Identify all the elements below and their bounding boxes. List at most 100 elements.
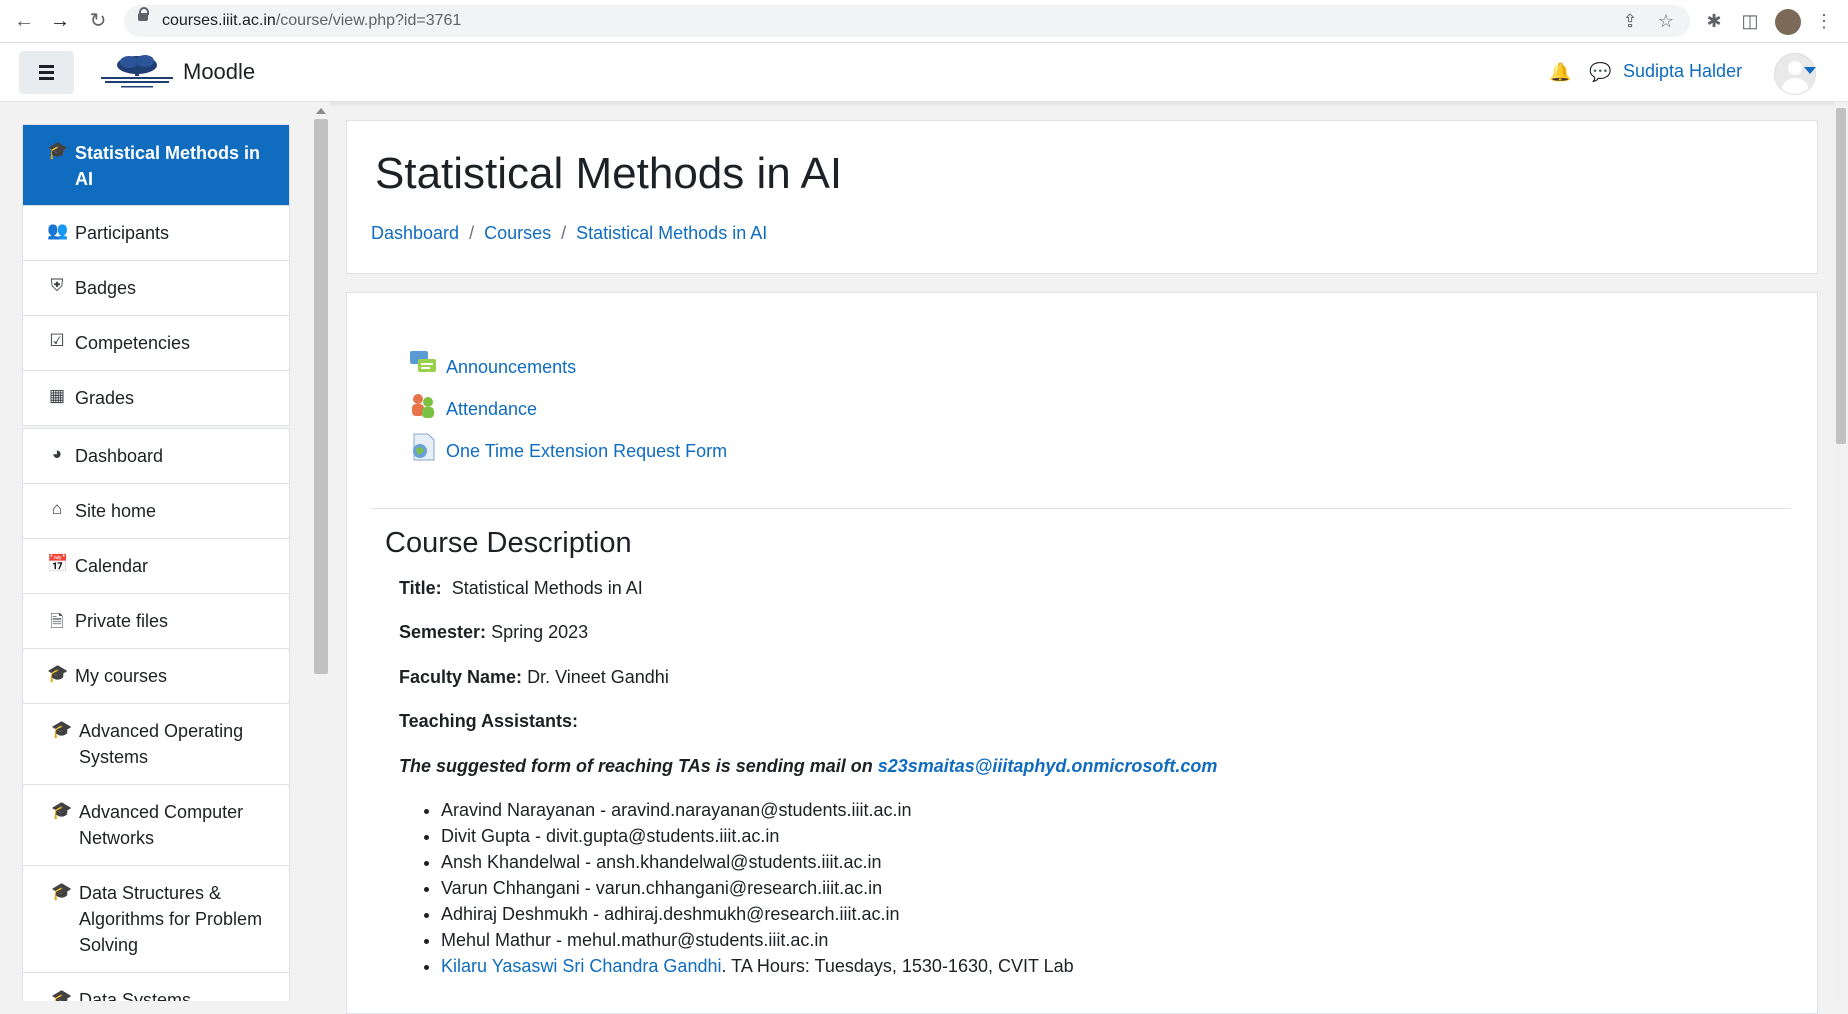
- shield-icon: ⛨: [50, 276, 64, 295]
- sidebar-item-label: My courses: [75, 666, 168, 686]
- ta-heading: Teaching Assistants:: [399, 711, 579, 731]
- activity-link[interactable]: Attendance: [446, 399, 537, 420]
- sidebar-item-label: Participants: [75, 223, 170, 243]
- sidebar-item-course[interactable]: 🎓 Data Structures & Algorithms for Probl…: [23, 866, 289, 973]
- faculty-label: Faculty Name:: [399, 667, 523, 687]
- user-name[interactable]: Sudipta Halder: [1623, 61, 1742, 82]
- breadcrumb-dashboard[interactable]: Dashboard: [371, 223, 459, 243]
- list-item: Varun Chhangani - varun.chhangani@resear…: [441, 875, 1074, 901]
- share-icon[interactable]: ⇪: [1618, 9, 1642, 33]
- sidebar-item-badges[interactable]: ⛨ Badges: [23, 261, 289, 316]
- graduation-cap-icon: 🎓: [51, 989, 73, 1001]
- list-item: Ansh Khandelwal - ansh.khandelwal@studen…: [441, 849, 1074, 875]
- extensions-icon[interactable]: ✱: [1702, 9, 1726, 33]
- top-navbar: Moodle 🔔 💬 Sudipta Halder: [0, 43, 1848, 102]
- graduation-cap-icon: 🎓: [51, 882, 73, 901]
- title-value: Statistical Methods in AI: [451, 578, 643, 598]
- nav-drawer: 🎓 Statistical Methods in AI 👥 Participan…: [0, 102, 330, 1001]
- sidebar-item-course[interactable]: 🎓 Advanced Operating Systems: [23, 704, 289, 785]
- activity-link[interactable]: Announcements: [446, 357, 576, 378]
- graduation-cap-icon: 🎓: [47, 141, 69, 160]
- list-item: Kilaru Yasaswi Sri Chandra Gandhi. TA Ho…: [441, 953, 1074, 979]
- attendance-icon: [412, 394, 434, 418]
- back-arrow-icon[interactable]: ←: [12, 9, 36, 33]
- course-content: Announcements Attendance One Time Extens…: [346, 292, 1818, 1014]
- course-title-line: Title: Statistical Methods in AI: [399, 578, 643, 599]
- breadcrumb-separator: /: [561, 223, 567, 243]
- course-nav-group: 🎓 Statistical Methods in AI 👥 Participan…: [22, 124, 290, 426]
- chat-bubble-icon[interactable]: 💬: [1589, 62, 1611, 84]
- users-icon: 👥: [47, 221, 69, 240]
- list-item: Adhiraj Deshmukh - adhiraj.deshmukh@rese…: [441, 901, 1074, 927]
- sidebar-item-dashboard[interactable]: ◕ Dashboard: [23, 429, 289, 484]
- sidebar-item-label: Competencies: [75, 333, 191, 353]
- sidebar-item-label: Private files: [75, 611, 169, 631]
- semester-line: Semester: Spring 2023: [399, 622, 588, 643]
- sidebar-item-label: Site home: [75, 501, 157, 521]
- ta-contact-note: The suggested form of reaching TAs is se…: [399, 756, 1217, 777]
- home-icon: ⌂: [51, 499, 63, 518]
- sidebar-item-label: Data Systems: [79, 990, 192, 1001]
- graduation-cap-icon: 🎓: [51, 720, 73, 739]
- sidebar-item-label: Data Structures & Algorithms for Problem…: [79, 883, 263, 955]
- section-heading: Course Description: [385, 527, 632, 559]
- semester-value: Spring 2023: [491, 622, 589, 642]
- more-menu-icon[interactable]: ⋮: [1812, 9, 1836, 33]
- user-avatar[interactable]: [1774, 53, 1816, 95]
- page-title: Statistical Methods in AI: [375, 149, 843, 198]
- sidebar-scrollbar-thumb[interactable]: [314, 119, 328, 674]
- page-header: Statistical Methods in AI Dashboard / Cour…: [346, 120, 1818, 274]
- sidebar-item-label: Statistical Methods in AI: [75, 143, 261, 189]
- ta-profile-link[interactable]: Kilaru Yasaswi Sri Chandra Gandhi: [441, 956, 721, 976]
- sidebar-item-course[interactable]: 🎓 Advanced Computer Networks: [23, 785, 289, 866]
- ta-hours-text: . TA Hours: Tuesdays, 1530-1630, CVIT La…: [721, 956, 1074, 976]
- scroll-up-arrow-icon[interactable]: [316, 108, 326, 114]
- list-item: Divit Gupta - divit.gupta@students.iiit.…: [441, 823, 1074, 849]
- drawer-toggle-button[interactable]: [19, 51, 74, 94]
- browser-profile-avatar[interactable]: [1775, 9, 1801, 35]
- activity-link[interactable]: One Time Extension Request Form: [446, 441, 727, 462]
- sidebar-item-label: Grades: [75, 388, 135, 408]
- calendar-icon: 📅: [47, 554, 69, 573]
- sidebar-item-site-home[interactable]: ⌂ Site home: [23, 484, 289, 539]
- site-brand[interactable]: Moodle: [183, 59, 255, 85]
- chevron-down-icon[interactable]: [1804, 67, 1816, 74]
- sidebar-item-calendar[interactable]: 📅 Calendar: [23, 539, 289, 594]
- browser-toolbar: ← → ↻ courses.iiit.ac.in/course/view.php…: [0, 0, 1848, 43]
- breadcrumb-separator: /: [469, 223, 475, 243]
- site-nav-group: ◕ Dashboard ⌂ Site home 📅 Calendar 🗎 Pri…: [22, 428, 290, 1001]
- sidebar-item-grades[interactable]: ▦ Grades: [23, 371, 289, 425]
- sidebar-item-competencies[interactable]: ☑ Competencies: [23, 316, 289, 371]
- sidebar-item-label: Advanced Operating Systems: [79, 721, 244, 767]
- check-square-icon: ☑: [49, 331, 65, 350]
- breadcrumb-course[interactable]: Statistical Methods in AI: [576, 223, 767, 243]
- reload-icon[interactable]: ↻: [86, 9, 110, 33]
- page-scrollbar-thumb[interactable]: [1836, 108, 1846, 444]
- graduation-cap-icon: 🎓: [51, 801, 73, 820]
- note-text: The suggested form of reaching TAs is se…: [399, 756, 878, 776]
- lock-icon: [138, 7, 149, 21]
- sidebar-item-course[interactable]: 🎓 Data Systems: [23, 973, 289, 1001]
- sidebar-item-course-home[interactable]: 🎓 Statistical Methods in AI: [23, 125, 289, 206]
- form-icon: [413, 433, 435, 461]
- file-icon: 🗎: [50, 612, 64, 631]
- sidebar-item-label: Dashboard: [75, 446, 164, 466]
- bell-icon[interactable]: 🔔: [1549, 62, 1571, 84]
- list-item: Mehul Mathur - mehul.mathur@students.iii…: [441, 927, 1074, 953]
- address-bar[interactable]: courses.iiit.ac.in/course/view.php?id=37…: [124, 5, 1690, 37]
- star-icon[interactable]: ☆: [1654, 9, 1678, 33]
- url-text: courses.iiit.ac.in/course/view.php?id=37…: [162, 12, 462, 29]
- sidebar-item-my-courses[interactable]: 🎓 My courses: [23, 649, 289, 704]
- breadcrumb-courses[interactable]: Courses: [484, 223, 551, 243]
- iiit-logo: [101, 55, 173, 88]
- sidebar-item-label: Advanced Computer Networks: [79, 802, 244, 848]
- forward-arrow-icon[interactable]: →: [48, 9, 72, 33]
- sidebar-item-participants[interactable]: 👥 Participants: [23, 206, 289, 261]
- ta-email-link[interactable]: s23smaitas@iiitaphyd.onmicrosoft.com: [878, 756, 1218, 776]
- sidebar-item-private-files[interactable]: 🗎 Private files: [23, 594, 289, 649]
- title-label: Title:: [399, 578, 442, 598]
- forum-icon: [410, 351, 436, 372]
- breadcrumb: Dashboard / Courses / Statistical Methods in…: [371, 223, 767, 244]
- side-panel-icon[interactable]: ◫: [1738, 9, 1762, 33]
- semester-label: Semester:: [399, 622, 487, 642]
